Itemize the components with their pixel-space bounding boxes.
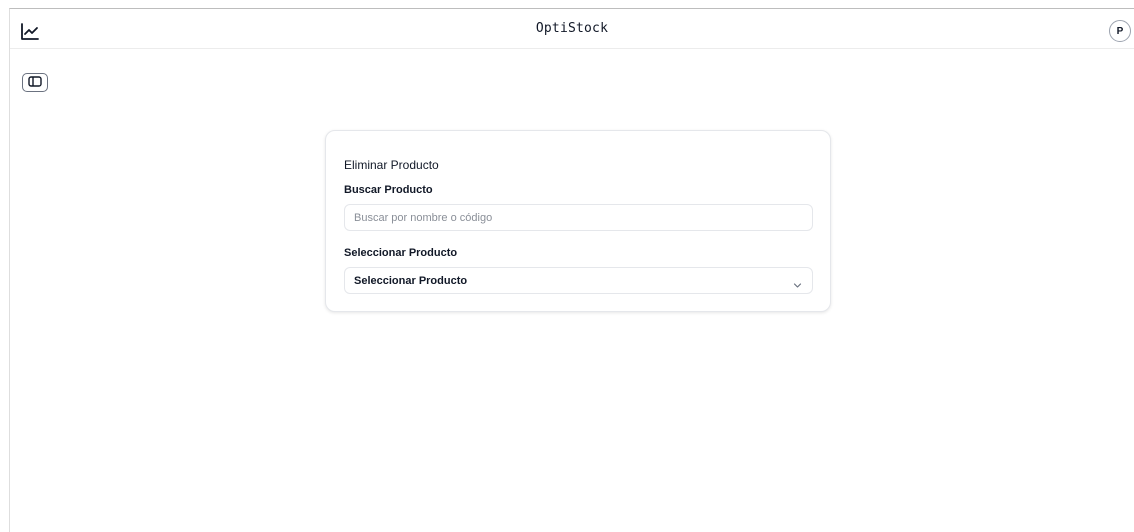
- select-label: Seleccionar Producto: [344, 247, 458, 259]
- panel-left-icon: [28, 74, 42, 92]
- top-navbar: OptiStock P: [10, 9, 1134, 49]
- chevron-down-icon: [793, 277, 802, 288]
- card-title: Eliminar Producto: [344, 158, 439, 172]
- select-value: Seleccionar Producto: [354, 275, 468, 287]
- sidebar-toggle-button[interactable]: [22, 73, 48, 92]
- search-label: Buscar Producto: [344, 184, 433, 196]
- product-select[interactable]: Seleccionar Producto: [344, 267, 813, 294]
- delete-product-card: Eliminar Producto Buscar Producto Selecc…: [325, 130, 831, 312]
- user-avatar[interactable]: P: [1109, 20, 1131, 42]
- search-input[interactable]: [344, 204, 813, 231]
- app-title: OptiStock: [535, 21, 609, 36]
- app-frame: OptiStock P Eliminar Producto Buscar Pro…: [9, 8, 1134, 532]
